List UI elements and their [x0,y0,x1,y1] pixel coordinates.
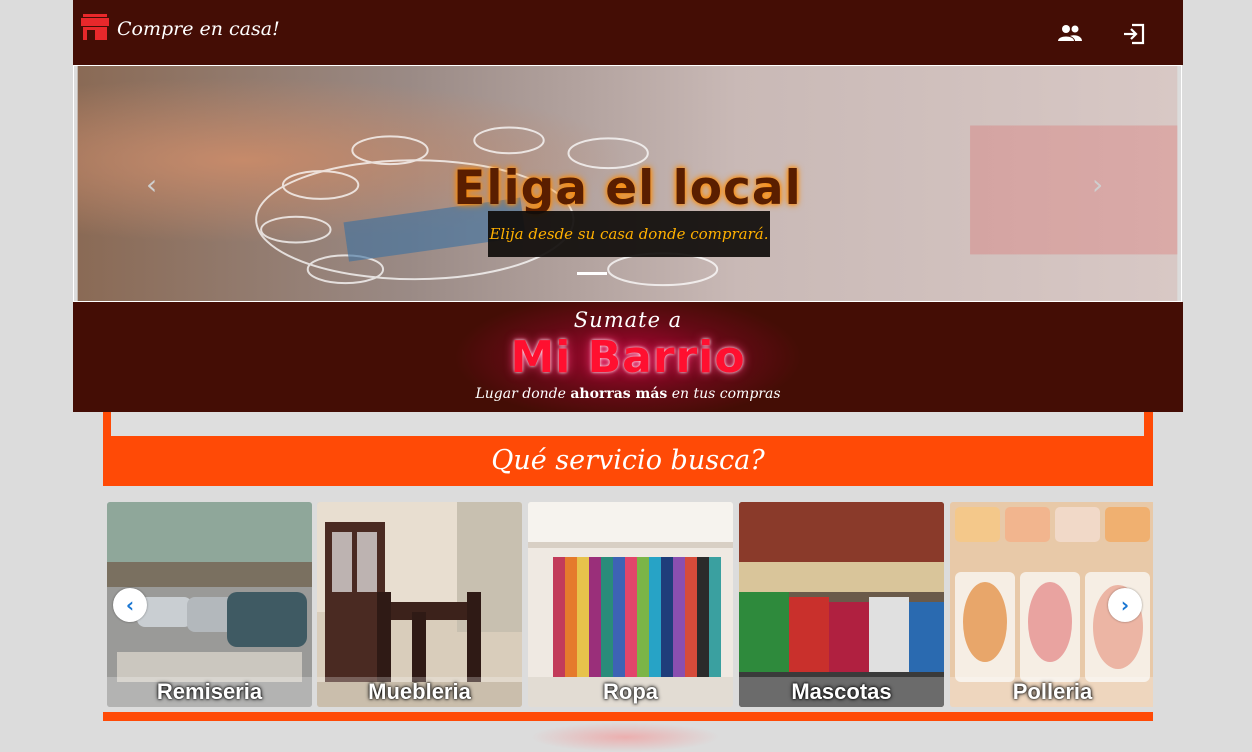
banner-subtitle: Lugar donde ahorras más en tus compras [73,386,1183,402]
service-card-muebleria[interactable]: Muebleria [317,502,522,707]
service-label: Polleria [950,677,1153,707]
services-carousel: Remiseria Muebleria Ropa Mascotas Poller… [103,502,1153,707]
promo-banner: Sumate a Mi Barrio Lugar donde ahorras m… [73,302,1183,412]
banner-sub-bold: ahorras más [570,386,668,402]
indicator-1[interactable] [577,272,607,275]
service-card-ropa[interactable]: Ropa [528,502,733,707]
banner-top-text: Sumate a [573,308,683,332]
banner-title: Mi Barrio [510,332,746,383]
frame-right [1144,412,1153,438]
login-icon[interactable] [1121,22,1147,46]
carousel-indicators [577,272,613,275]
hero-subtitle: Elija desde su casa donde comprará. [488,211,770,257]
service-label: Ropa [528,677,733,707]
service-label: Mascotas [739,677,944,707]
store-icon [81,14,109,44]
hero-carousel: ‹ › Eliga el local Elija desde su casa d… [73,65,1182,302]
bottom-accent-bar [103,712,1153,721]
services-prev-button[interactable]: ‹ [113,588,147,622]
section-title: Qué servicio busca? [103,436,1153,486]
services-next-button[interactable]: › [1108,588,1142,622]
service-card-mascotas[interactable]: Mascotas [739,502,944,707]
brand-label: Compre en casa! [117,18,280,40]
service-label: Muebleria [317,677,522,707]
banner-sub-before: Lugar donde [475,386,566,402]
brand[interactable]: Compre en casa! [81,14,280,44]
bottom-glow [530,722,720,752]
navbar: Compre en casa! [73,0,1183,65]
frame-inner [111,412,1144,438]
users-icon[interactable] [1057,22,1083,46]
banner-sub-after: en tus compras [671,386,781,402]
service-label: Remiseria [107,677,312,707]
frame-left [103,412,111,438]
hero-title: Eliga el local [453,161,802,216]
